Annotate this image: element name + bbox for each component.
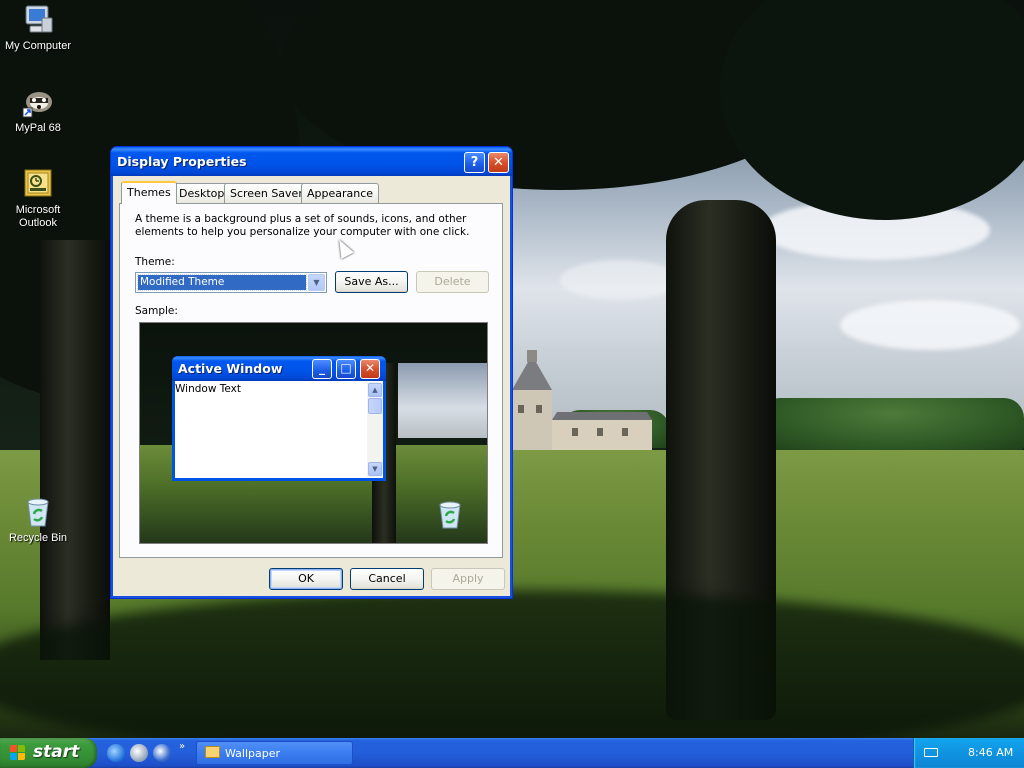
apply-button[interactable]: Apply (431, 568, 505, 590)
taskbar-button-wallpaper[interactable]: Wallpaper (196, 741, 353, 765)
sample-window-title-bar: Active Window _ □ ✕ (172, 356, 386, 381)
start-button[interactable]: start (0, 738, 97, 768)
recycle-bin-icon (22, 496, 54, 528)
wallpaper-tree-trunk (40, 240, 110, 660)
close-icon: ✕ (493, 155, 504, 170)
outlook-icon (22, 168, 54, 200)
tab-screen-saver[interactable]: Screen Saver (224, 183, 309, 203)
sample-sky (398, 363, 487, 438)
folder-icon (205, 746, 220, 758)
scroll-up-icon: ▲ (368, 383, 382, 397)
wallpaper-cloud (840, 300, 1020, 350)
close-button[interactable]: ✕ (488, 152, 509, 173)
desktop-icon-label: Microsoft Outlook (15, 204, 61, 229)
sample-active-window: Active Window _ □ ✕ Window Text ▲ ▼ (172, 356, 386, 481)
media-player-icon[interactable] (153, 744, 171, 762)
display-properties-dialog: Display Properties ? ✕ Themes Desktop Sc… (110, 146, 513, 599)
tab-themes[interactable]: Themes (121, 181, 177, 204)
scroll-thumb (368, 398, 382, 414)
sample-scrollbar: ▲ ▼ (367, 382, 383, 477)
maximize-icon: □ (336, 359, 356, 379)
theme-dropdown-value: Modified Theme (137, 274, 307, 291)
theme-description: A theme is a background plus a set of so… (135, 213, 470, 238)
desktop-icon-my-computer[interactable]: My Computer (0, 4, 76, 53)
quick-launch-chevron-icon[interactable]: » (179, 741, 185, 752)
desktop-icon-recycle-bin[interactable]: Recycle Bin (0, 496, 76, 545)
my-computer-icon (22, 4, 54, 36)
theme-label: Theme: (135, 256, 175, 268)
sample-window-text: Window Text (175, 383, 241, 395)
sample-label: Sample: (135, 305, 178, 317)
wallpaper-cloud (560, 260, 680, 300)
internet-explorer-icon[interactable] (107, 744, 125, 762)
windows-flag-icon (10, 745, 26, 761)
sample-window-title: Active Window (178, 361, 283, 376)
dialog-title-bar[interactable]: Display Properties ? ✕ (111, 147, 512, 176)
wallpaper-hedge (760, 398, 1024, 450)
system-tray: 8:46 AM (913, 738, 1024, 768)
wallpaper-chateau (512, 350, 652, 450)
chevron-down-icon[interactable]: ▼ (308, 274, 325, 291)
delete-button[interactable]: Delete (416, 271, 489, 293)
cancel-button[interactable]: Cancel (350, 568, 424, 590)
wallpaper-shadow (0, 590, 1024, 738)
help-icon: ? (470, 155, 479, 170)
theme-dropdown[interactable]: Modified Theme ▼ (135, 272, 327, 293)
desktop-icon-mypal[interactable]: MyPal 68 (0, 86, 76, 135)
taskbar-button-label: Wallpaper (225, 747, 281, 760)
ok-button[interactable]: OK (269, 568, 343, 590)
tab-appearance[interactable]: Appearance (301, 183, 380, 203)
desktop-icon-outlook[interactable]: Microsoft Outlook (0, 168, 76, 230)
theme-sample-preview: Active Window _ □ ✕ Window Text ▲ ▼ (139, 322, 488, 544)
themes-panel: A theme is a background plus a set of so… (119, 203, 503, 558)
scroll-down-icon: ▼ (368, 462, 382, 476)
dialog-title: Display Properties (117, 154, 247, 169)
minimize-icon: _ (312, 359, 332, 379)
keyboard-icon[interactable] (924, 748, 938, 757)
sample-recycle-bin-icon (439, 501, 461, 529)
save-as-button[interactable]: Save As... (335, 271, 408, 293)
start-label: start (33, 742, 80, 762)
clock[interactable]: 8:46 AM (968, 746, 1013, 759)
tab-desktop[interactable]: Desktop (173, 183, 231, 203)
desktop-icon-label: My Computer (4, 40, 72, 52)
mypal-browser-icon (22, 86, 54, 118)
mypal-icon[interactable] (130, 744, 148, 762)
desktop-icon-label: Recycle Bin (8, 532, 68, 544)
taskbar: start » Wallpaper 8:46 AM (0, 738, 1024, 768)
help-button[interactable]: ? (464, 152, 485, 173)
close-icon: ✕ (360, 359, 380, 379)
desktop-icon-label: MyPal 68 (15, 122, 61, 134)
